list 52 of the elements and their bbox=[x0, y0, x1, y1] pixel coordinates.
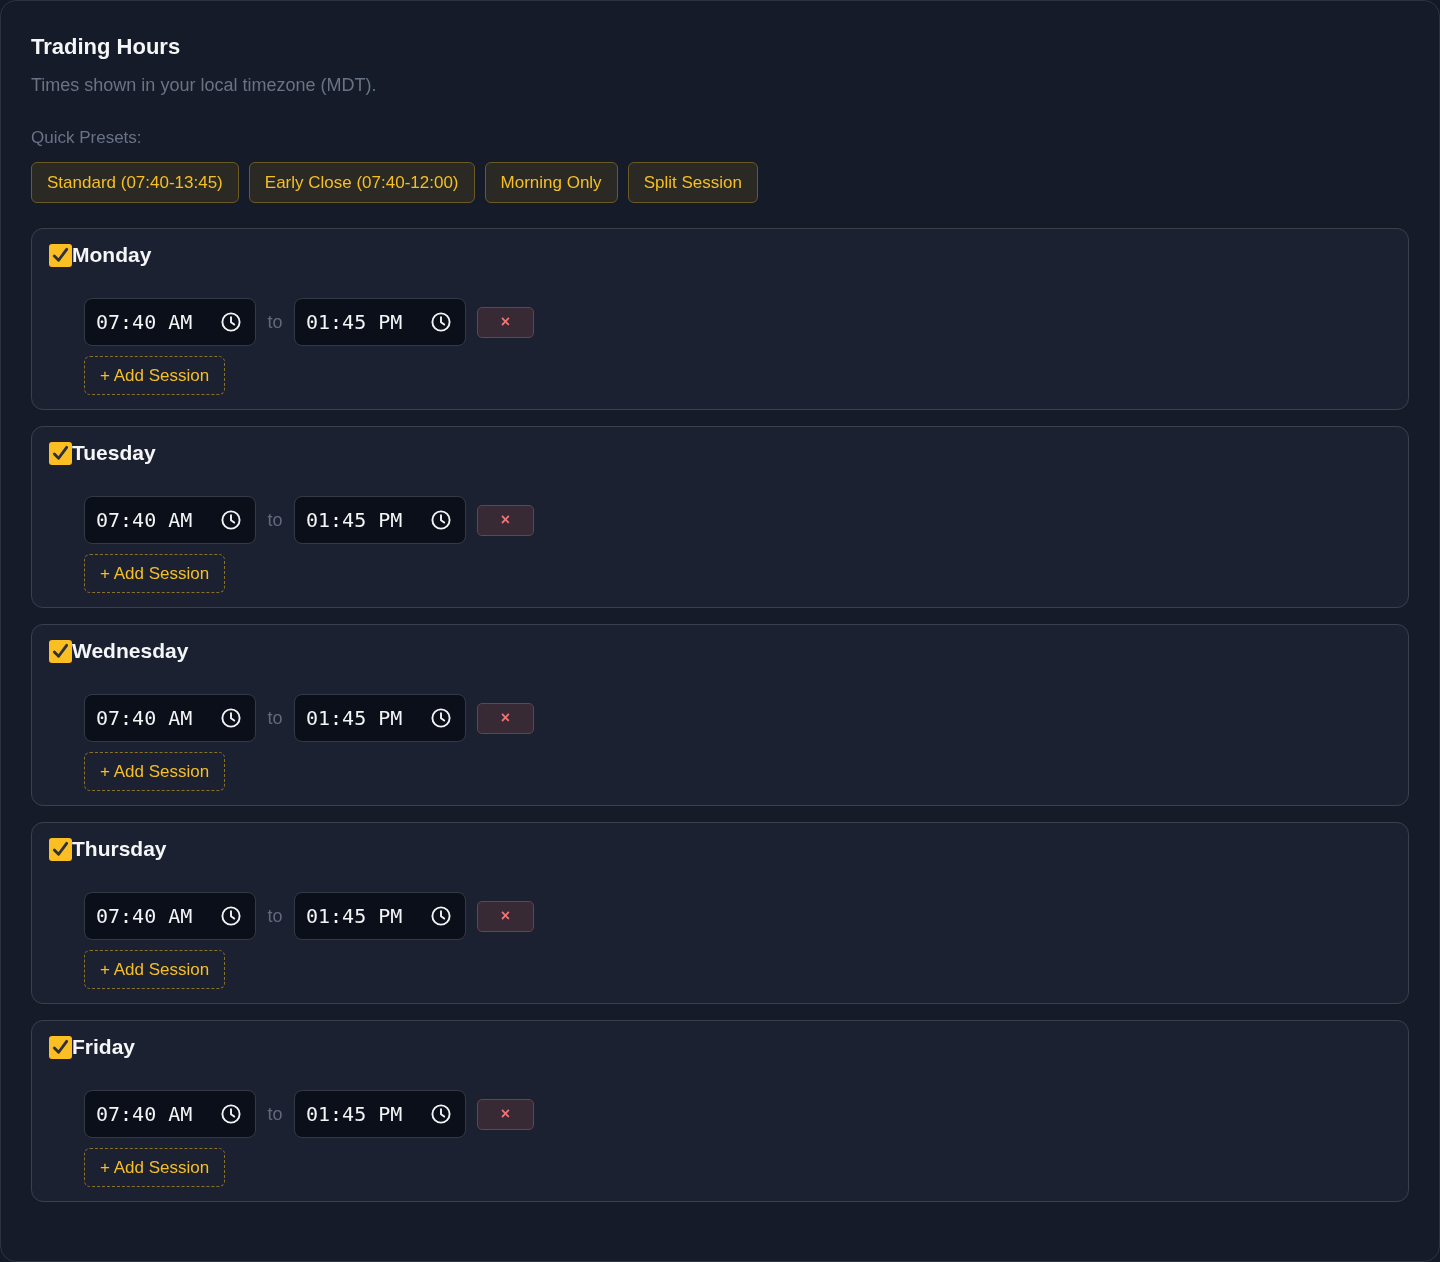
clock-icon[interactable] bbox=[221, 510, 241, 530]
remove-session-button[interactable]: × bbox=[477, 1098, 534, 1130]
preset-button[interactable]: Morning Only bbox=[484, 162, 618, 203]
clock-icon[interactable] bbox=[221, 312, 241, 332]
clock-icon[interactable] bbox=[221, 1104, 241, 1124]
clock-icon[interactable] bbox=[431, 1104, 451, 1124]
remove-session-button[interactable]: × bbox=[477, 504, 534, 536]
day-label: Tuesday bbox=[72, 441, 156, 465]
range-separator: to bbox=[266, 508, 284, 532]
preset-button[interactable]: Split Session bbox=[627, 162, 758, 203]
clock-icon[interactable] bbox=[431, 510, 451, 530]
preset-button[interactable]: Standard (07:40-13:45) bbox=[31, 162, 239, 203]
day-label: Wednesday bbox=[72, 639, 189, 663]
time-field[interactable]: 07:40 AM bbox=[84, 298, 256, 346]
time-field[interactable]: 07:40 AM bbox=[84, 1090, 256, 1138]
time-field[interactable]: 01:45 PM bbox=[294, 694, 466, 742]
clock-icon[interactable] bbox=[221, 906, 241, 926]
add-session-button[interactable]: + Add Session bbox=[84, 752, 226, 791]
remove-session-button[interactable]: × bbox=[477, 900, 534, 932]
time-field[interactable]: 01:45 PM bbox=[294, 1090, 466, 1138]
add-session-button[interactable]: + Add Session bbox=[84, 356, 226, 395]
day-label: Monday bbox=[72, 243, 152, 267]
day-checkbox[interactable] bbox=[49, 243, 72, 267]
preset-button[interactable]: Early Close (07:40-12:00) bbox=[248, 162, 475, 203]
remove-session-button[interactable]: × bbox=[477, 702, 534, 734]
add-session-button[interactable]: + Add Session bbox=[84, 950, 226, 989]
range-separator: to bbox=[266, 904, 284, 928]
clock-icon[interactable] bbox=[431, 906, 451, 926]
time-field[interactable]: 01:45 PM bbox=[294, 298, 466, 346]
time-field[interactable]: 07:40 AM bbox=[84, 892, 256, 940]
day-checkbox[interactable] bbox=[49, 1035, 72, 1059]
remove-session-button[interactable]: × bbox=[477, 306, 534, 338]
range-separator: to bbox=[266, 706, 284, 730]
day-label: Friday bbox=[72, 1035, 136, 1059]
time-field[interactable]: 01:45 PM bbox=[294, 496, 466, 544]
panel-subtitle: Times shown in your local timezone (MDT). bbox=[31, 74, 378, 97]
panel-title: Trading Hours bbox=[31, 33, 182, 61]
add-session-button[interactable]: + Add Session bbox=[84, 554, 226, 593]
day-checkbox[interactable] bbox=[49, 441, 72, 465]
presets-label: Quick Presets: bbox=[31, 127, 143, 149]
day-label: Thursday bbox=[72, 837, 167, 861]
day-checkbox[interactable] bbox=[49, 837, 72, 861]
clock-icon[interactable] bbox=[431, 708, 451, 728]
clock-icon[interactable] bbox=[221, 708, 241, 728]
range-separator: to bbox=[266, 1102, 284, 1126]
time-field[interactable]: 07:40 AM bbox=[84, 496, 256, 544]
time-field[interactable]: 07:40 AM bbox=[84, 694, 256, 742]
add-session-button[interactable]: + Add Session bbox=[84, 1148, 226, 1187]
time-field[interactable]: 01:45 PM bbox=[294, 892, 466, 940]
clock-icon[interactable] bbox=[431, 312, 451, 332]
day-checkbox[interactable] bbox=[49, 639, 72, 663]
range-separator: to bbox=[266, 310, 284, 334]
